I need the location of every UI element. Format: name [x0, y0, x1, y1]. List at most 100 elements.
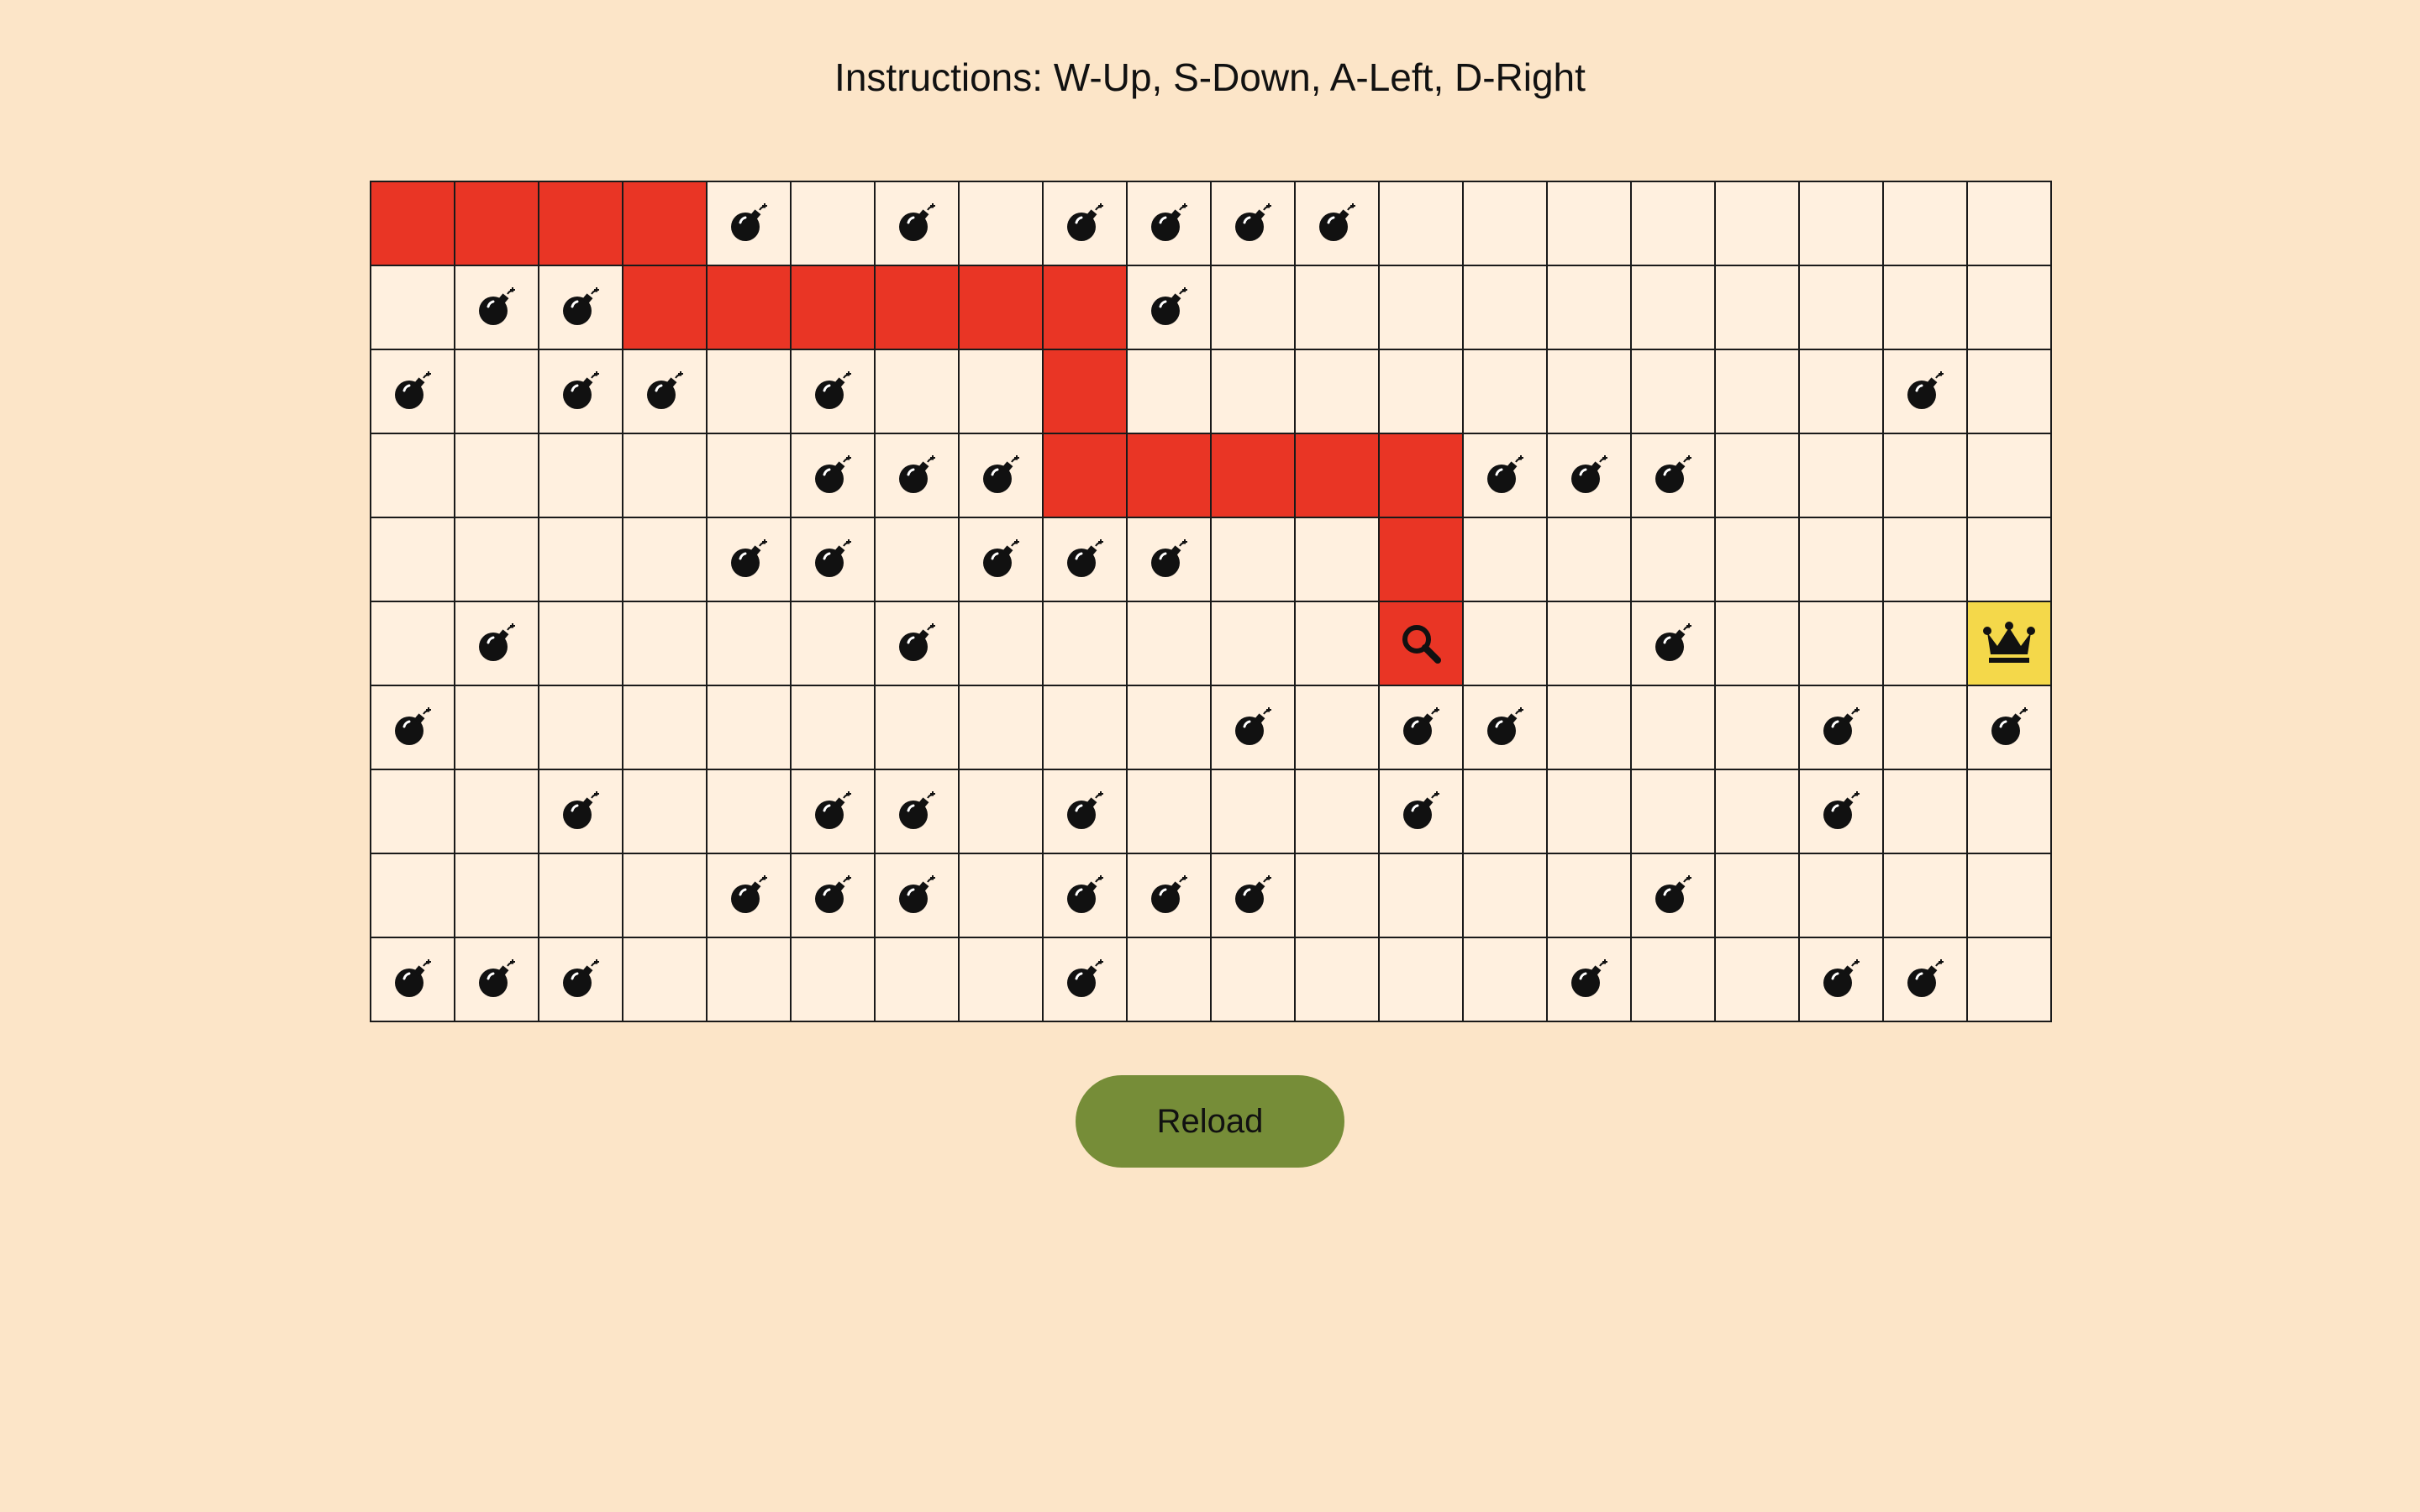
- bomb-icon: [392, 706, 434, 748]
- bomb-icon: [1652, 454, 1694, 496]
- board-cell: [1800, 266, 1884, 350]
- board-cell: [1380, 182, 1464, 266]
- board-cell: [876, 938, 960, 1022]
- bomb-icon: [1064, 790, 1106, 832]
- board-cell: [876, 518, 960, 602]
- board-cell: [1800, 686, 1884, 770]
- bomb-icon: [560, 958, 602, 1000]
- board-cell: [539, 938, 623, 1022]
- board-cell: [1632, 266, 1716, 350]
- board-cell: [1884, 602, 1968, 686]
- board-cell: [1632, 182, 1716, 266]
- board-cell: [1044, 854, 1128, 938]
- board-cell: [1128, 518, 1212, 602]
- board-cell: [960, 938, 1044, 1022]
- board-cell: [1464, 854, 1548, 938]
- board-cell: [708, 602, 792, 686]
- bomb-icon: [812, 874, 854, 916]
- board-cell: [1044, 434, 1128, 518]
- board-cell: [1716, 854, 1800, 938]
- board-cell: [960, 854, 1044, 938]
- bomb-icon: [1148, 874, 1190, 916]
- board-cell: [539, 350, 623, 434]
- board-cell: [1548, 350, 1632, 434]
- board-cell: [1716, 266, 1800, 350]
- bomb-icon: [1232, 202, 1274, 244]
- board-cell: [1716, 686, 1800, 770]
- board-cell: [1296, 434, 1380, 518]
- board-cell: [1296, 182, 1380, 266]
- bomb-icon: [1820, 790, 1862, 832]
- board-cell: [623, 770, 708, 854]
- board-cell: [792, 770, 876, 854]
- board-cell: [623, 602, 708, 686]
- board-cell: [1212, 602, 1296, 686]
- board-cell: [1212, 938, 1296, 1022]
- board-cell: [1380, 350, 1464, 434]
- board-cell: [1464, 518, 1548, 602]
- board-cell: [1212, 182, 1296, 266]
- board-cell: [371, 182, 455, 266]
- board-cell: [1884, 854, 1968, 938]
- board-cell: [539, 602, 623, 686]
- bomb-icon: [476, 286, 518, 328]
- board-cell: [1632, 350, 1716, 434]
- bomb-icon: [1400, 790, 1442, 832]
- bomb-icon: [812, 790, 854, 832]
- board-cell: [1968, 434, 2052, 518]
- board-cell: [1128, 182, 1212, 266]
- board-cell: [1380, 938, 1464, 1022]
- board-cell: [455, 350, 539, 434]
- board-cell: [1548, 770, 1632, 854]
- crown-icon: [1982, 621, 2036, 666]
- board-cell: [876, 602, 960, 686]
- board-cell: [876, 434, 960, 518]
- board-cell: [1548, 266, 1632, 350]
- board-cell: [876, 350, 960, 434]
- board-cell: [1380, 266, 1464, 350]
- board-cell: [792, 350, 876, 434]
- board-cell: [1464, 770, 1548, 854]
- bomb-icon: [728, 202, 770, 244]
- bomb-icon: [392, 958, 434, 1000]
- board-cell: [1968, 602, 2052, 686]
- board-cell: [708, 266, 792, 350]
- board-cell: [539, 854, 623, 938]
- board-cell: [371, 686, 455, 770]
- board-cell: [455, 770, 539, 854]
- board-cell: [1548, 938, 1632, 1022]
- board-cell: [1884, 518, 1968, 602]
- board-cell: [960, 434, 1044, 518]
- board-cell: [371, 518, 455, 602]
- board-cell: [1800, 938, 1884, 1022]
- bomb-icon: [1064, 874, 1106, 916]
- board-cell: [1044, 266, 1128, 350]
- board-cell: [1884, 350, 1968, 434]
- bomb-icon: [1064, 202, 1106, 244]
- bomb-icon: [896, 202, 938, 244]
- board-cell: [1800, 602, 1884, 686]
- board-cell: [1632, 770, 1716, 854]
- board-cell: [539, 518, 623, 602]
- board-cell: [1884, 938, 1968, 1022]
- reload-button[interactable]: Reload: [1076, 1075, 1344, 1168]
- board-cell: [1128, 602, 1212, 686]
- board-cell: [1548, 182, 1632, 266]
- board-cell: [708, 350, 792, 434]
- board-cell: [1632, 686, 1716, 770]
- board-cell: [455, 938, 539, 1022]
- board-cell: [792, 434, 876, 518]
- board-cell: [1212, 350, 1296, 434]
- bomb-icon: [980, 454, 1022, 496]
- board-cell: [1128, 434, 1212, 518]
- bomb-icon: [728, 874, 770, 916]
- board-cell: [539, 770, 623, 854]
- bomb-icon: [1568, 454, 1610, 496]
- board-cell: [1800, 434, 1884, 518]
- board-cell: [455, 434, 539, 518]
- board-cell: [960, 266, 1044, 350]
- bomb-icon: [1652, 622, 1694, 664]
- board-cell: [623, 686, 708, 770]
- board-cell: [623, 854, 708, 938]
- board-cell: [1044, 602, 1128, 686]
